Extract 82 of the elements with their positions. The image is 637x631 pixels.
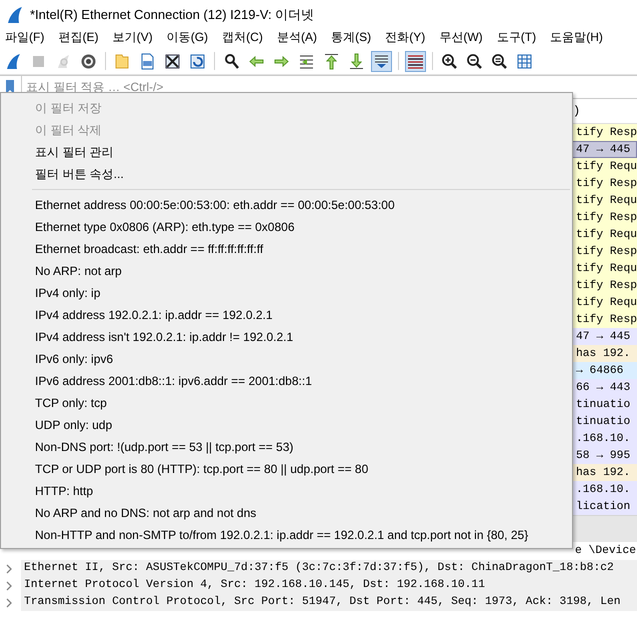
menu-item[interactable]: UDP only: udp [1,414,572,436]
menu-item[interactable]: Ethernet address 00:00:5e:00:53:00: eth.addr == 00:00:5e:00:53:00 [1,194,572,216]
settings-icon [80,52,97,70]
menu-item[interactable]: 보기(V) [112,28,153,46]
menu-item[interactable]: 도구(T) [496,28,536,46]
packet-info-cell: tify Requ [576,262,637,274]
menu-item[interactable]: TCP or UDP port is 80 (HTTP): tcp.port == 80 || udp.port == 80 [1,458,572,480]
menu-item[interactable]: IPv6 only: ipv6 [1,348,572,370]
jump-list-icon [298,52,315,70]
menu-item[interactable]: 무선(W) [439,28,483,46]
zoom-in-icon [441,52,458,70]
packet-info-cell: tify Resp [576,126,637,138]
down-arrow-icon [348,52,365,70]
packet-info-cell: tify Requ [576,160,637,172]
menu-item[interactable]: 이동(G) [166,28,208,46]
autoscroll-icon [373,52,390,70]
detail-row[interactable]: Internet Protocol Version 4, Src: 192.168.10.145, Dst: 192.168.10.11 [21,577,637,594]
packet-info-cell: has 192. [576,466,630,478]
packet-info-cell: 47 → 445 [576,330,630,342]
packet-info-cell: 58 → 995 [576,450,630,462]
up-arrow-icon [323,52,340,70]
file-icon [139,52,156,70]
menu-item[interactable]: Non-DNS port: !(udp.port == 53 || tcp.port == 53) [1,436,572,458]
zoom-out-icon [466,52,483,70]
toolbar-button[interactable] [405,50,426,72]
menu-item[interactable]: Non-HTTP and non-SMTP to/from 192.0.2.1: ip.addr == 192.0.2.1 and tcp.port not in {80, 25} [1,524,572,546]
menu-item[interactable]: TCP only: tcp [1,392,572,414]
menu-item[interactable]: 캡처(C) [222,28,263,46]
column-header[interactable]: ) [573,104,580,118]
menu-item[interactable]: IPv4 only: ip [1,282,572,304]
packet-info-cell: tinuatio [576,416,630,428]
toolbar-button[interactable] [371,50,392,72]
packet-info-cell: tify Resp [576,314,637,326]
zoom-reset-icon [491,52,508,70]
packet-info-cell: .168.10. [576,484,630,496]
menu-item[interactable]: IPv4 address 192.0.2.1: ip.addr == 192.0.2.1 [1,304,572,326]
menu-item[interactable]: IPv6 address 2001:db8::1: ipv6.addr == 2001:db8::1 [1,370,572,392]
menu-item[interactable]: 분석(A) [276,28,317,46]
menu-item[interactable]: 전화(Y) [385,28,426,46]
resize-columns-icon [516,52,533,70]
packet-info-cell: tify Requ [576,228,637,240]
packet-info-cell: tify Resp [576,280,637,292]
search-icon [223,52,240,70]
collapsed-chevron-icon[interactable] [5,564,13,574]
detail-row[interactable]: Ethernet II, Src: ASUSTekCOMPU_7d:37:f5 (3c:7c:3f:7d:37:f5), Dst: ChinaDragonT_18:b8:c2 [21,560,637,577]
packet-info-cell: lication [576,500,630,512]
menu-item[interactable]: HTTP: http [1,480,572,502]
packet-info-cell: tify Resp [576,212,637,224]
packet-info-cell: has 192. [576,348,630,360]
menu-item[interactable]: 표시 필터 관리 [1,141,572,163]
menu-item[interactable]: 통계(S) [331,28,372,46]
packet-info-cell: tinuatio [576,398,630,410]
close-file-icon [164,52,181,70]
packet-info-cell: .168.10. [576,432,630,444]
packet-info-cell: tify Resp [576,178,637,190]
packet-info-cell: 47 → 445 [576,144,630,156]
detail-row[interactable]: Transmission Control Protocol, Src Port: 51947, Dst Port: 445, Seq: 1973, Ack: 3198, Len [21,594,637,611]
folder-icon [114,52,131,70]
packet-info-cell: tify Requ [576,194,637,206]
window-title: *Intel(R) Ethernet Connection (12) I219-V: 이더넷 [30,6,314,24]
menu-item[interactable]: 편집(E) [58,28,98,46]
menu-item[interactable]: Ethernet broadcast: eth.addr == ff:ff:ff:ff:ff:ff [1,238,572,260]
packet-info-cell: 66 → 443 [576,382,630,394]
packet-info-cell: → 64866 [576,364,624,376]
bookmark-icon[interactable] [5,79,15,95]
collapsed-chevron-icon[interactable] [5,598,13,608]
colorize-icon [407,52,424,70]
menu-item[interactable]: 필터 버튼 속성... [1,163,572,185]
menu-item[interactable]: IPv4 address isn't 192.0.2.1: ip.addr != 192.0.2.1 [1,326,572,348]
menu-item[interactable]: No ARP: not arp [1,260,572,282]
reload-icon [189,52,206,70]
menu-item[interactable]: No ARP and no DNS: not arp and not dns [1,502,572,524]
menu-item[interactable]: Ethernet type 0x0806 (ARP): eth.type == 0x0806 [1,216,572,238]
menu-item[interactable]: 파일(F) [5,28,44,46]
packet-info-cell: tify Requ [576,296,637,308]
menu-item[interactable]: 도움말(H) [550,28,603,46]
shark-fin-icon [6,6,24,24]
packet-info-cell: tify Resp [576,246,637,258]
collapsed-chevron-icon[interactable] [5,580,13,590]
restart-icon [55,52,72,70]
shark-fin-icon [5,52,22,70]
detail-row-text: e \Device [575,544,636,559]
